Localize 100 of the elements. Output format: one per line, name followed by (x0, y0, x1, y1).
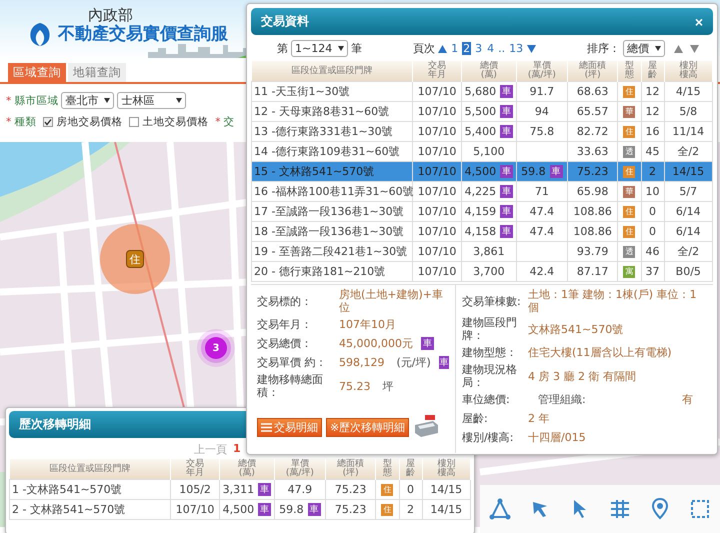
close-button[interactable]: × (694, 14, 703, 30)
grid-icon[interactable] (608, 497, 632, 521)
area-cell: 75.23 (567, 162, 618, 182)
column-header: 總價(萬) (236, 460, 257, 478)
square-icon[interactable] (688, 497, 712, 521)
unit-price-cell: 71 (516, 182, 568, 202)
table-row[interactable]: 15 - 文林路541~570號 107/10 4,500 車 59.8 車 75.23 住 2 14/15 (252, 162, 712, 182)
table-row[interactable]: 11 -天玉街1~30號 107/10 5,680 車 91.7 68.63 住 12 4/15 (252, 82, 712, 102)
address-cell: 11 -天玉街1~30號 (252, 82, 413, 102)
page-link[interactable]: 3 (474, 42, 484, 55)
down-arrow-icon[interactable] (527, 44, 536, 52)
search-tab[interactable]: 地籍查詢 (68, 63, 126, 82)
column-header: 型態 (624, 62, 634, 80)
detail-value: 2 年 (528, 412, 550, 425)
total-price-cell: 3,311 車 (219, 480, 275, 500)
unit-label: (元/坪) (396, 355, 431, 370)
unit-price-cell: 59.8 車 (274, 500, 326, 520)
column-header: 單價(萬/坪) (528, 62, 556, 80)
column-header: 區段位置或區段門牌 (49, 464, 130, 474)
column-header: 型態 (382, 460, 392, 478)
table-row[interactable]: 17 -至誠路一段136巷1~30號 107/10 4,159 車 47.4 108.86 住 0 6/14 (252, 202, 712, 222)
column-header: 交易年月 (427, 62, 447, 80)
date-cell: 107/10 (412, 202, 462, 222)
detail-label: 建物現況格局： (462, 363, 518, 389)
checkbox[interactable] (43, 117, 54, 127)
property-marker[interactable]: 住 (126, 250, 144, 268)
option-label: 土地交易價格 (142, 115, 208, 129)
table-row[interactable]: 18 -至誠路一段136巷1~30號 107/10 4,158 車 47.4 108.86 住 0 6/14 (252, 222, 712, 242)
search-tab[interactable]: 區域查詢 (8, 63, 66, 82)
table-row[interactable]: 12 - 天母東路8巷31~60號 107/10 5,500 車 94 65.57 華 12 5/8 (252, 102, 712, 122)
area-cell: 75.23 (325, 500, 376, 520)
date-cell: 107/10 (412, 222, 462, 242)
page-label: 頁次 (413, 41, 436, 56)
detail-button[interactable]: 交易明細 (257, 418, 322, 436)
detail-value: 45,000,000元 (339, 337, 413, 350)
type-badge: 住 (623, 126, 636, 138)
page-link[interactable]: 2 (462, 42, 472, 55)
checkbox[interactable] (129, 117, 140, 127)
address-cell: 17 -至誠路一段136巷1~30號 (252, 202, 413, 222)
sort-select[interactable]: 總價 (623, 40, 665, 57)
required-mark: * (6, 94, 12, 106)
unit-price-cell: 47.4 (516, 202, 568, 222)
parking-badge: 車 (438, 356, 449, 369)
page-link[interactable]: 4 (486, 42, 496, 55)
total-price-cell: 4,225 車 (461, 182, 517, 202)
age-cell: 16 (641, 122, 664, 142)
sort-ascending-icon[interactable] (674, 44, 683, 52)
up-arrow-icon[interactable] (438, 44, 448, 52)
column-header: 總價(萬) (478, 62, 499, 80)
total-price-cell: 5,400 車 (461, 122, 517, 142)
date-cell: 107/10 (170, 500, 220, 520)
address-cell: 18 -至誠路一段136巷1~30號 (252, 222, 413, 242)
table-row[interactable]: 20 - 德行東路181~210號 107/10 3,700 42.4 87.17 寓 37 B0/5 (252, 262, 712, 282)
page-link[interactable]: 1 (450, 42, 460, 55)
agency-name: 內政部 (88, 6, 133, 24)
detail-value: 有 (682, 393, 693, 406)
column-header: 區段位置或區段門牌 (291, 66, 372, 76)
printer-icon[interactable] (413, 415, 440, 439)
parking-badge: 車 (500, 225, 514, 238)
current-page: 1 (233, 442, 241, 457)
column-header: 總面積(坪) (578, 62, 608, 80)
triangle-icon[interactable] (488, 497, 512, 521)
date-cell: 107/10 (412, 182, 462, 202)
table-row[interactable]: 16 -福林路100巷11弄31~60號 107/10 4,225 車 71 65.98 華 10 5/7 (252, 182, 712, 202)
column-header: 單價(萬/坪) (286, 460, 314, 478)
district-select[interactable]: 士林區 (117, 92, 186, 109)
table-row[interactable]: 19 - 至善路二段421巷1~30號 107/10 3,861 93.79 透 46 全/2 (252, 242, 712, 262)
floor-cell: 6/14 (664, 202, 712, 222)
parking-badge: 車 (500, 185, 514, 198)
total-price-cell: 3,861 (461, 242, 517, 262)
total-price-cell: 4,500 車 (461, 162, 517, 182)
address-cell: 20 - 德行東路181~210號 (252, 262, 413, 282)
date-cell: 107/10 (412, 82, 462, 102)
floor-cell: B0/5 (664, 262, 712, 282)
table-row[interactable]: 13 -德行東路331巷1~30號 107/10 5,400 車 75.8 82.72 住 16 11/14 (252, 122, 712, 142)
record-prefix: 第 (277, 41, 288, 56)
detail-button[interactable]: ※歷次移轉明細 (326, 418, 410, 436)
sort-descending-icon[interactable] (690, 44, 699, 52)
date-cell: 107/10 (412, 242, 462, 262)
city-select[interactable]: 臺北市 (61, 92, 114, 109)
detail-value: 598,129 (339, 356, 384, 369)
detail-label: 交易總價： (257, 337, 313, 350)
parking-badge: 車 (500, 205, 514, 218)
page-link[interactable]: 13 (508, 42, 524, 55)
record-range-select[interactable]: 1~124 (291, 40, 348, 57)
parking-badge: 車 (500, 85, 514, 98)
date-cell: 107/10 (412, 122, 462, 142)
detail-label: 建物區段門牌： (462, 316, 518, 342)
parking-badge: 車 (308, 503, 321, 516)
area-cell: 87.17 (567, 262, 618, 282)
parking-badge: 車 (550, 165, 563, 178)
age-cell: 0 (641, 202, 664, 222)
parking-badge: 車 (500, 105, 514, 118)
unit-price-cell: 94 (516, 102, 568, 122)
age-cell: 12 (641, 102, 664, 122)
type-badge: 寓 (623, 266, 636, 278)
age-cell: 46 (641, 242, 664, 262)
required-mark: * (6, 116, 12, 128)
unit-label: 坪 (382, 378, 394, 394)
type-badge: 華 (623, 186, 636, 198)
